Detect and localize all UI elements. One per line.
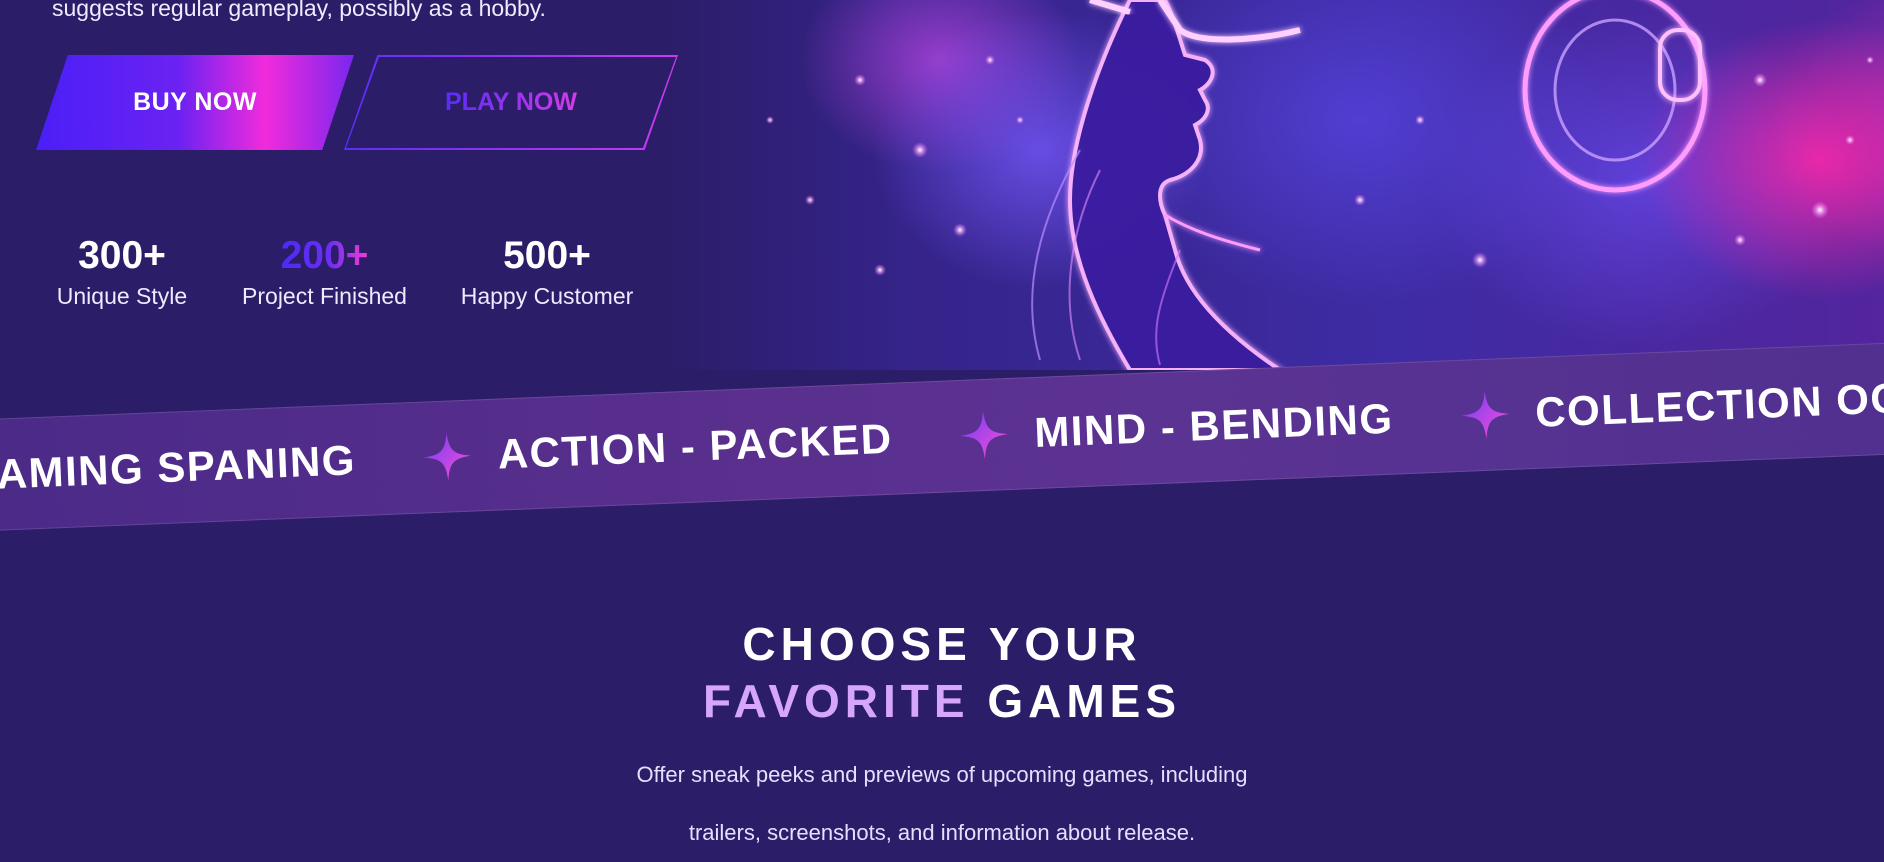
section-title-line2: GAMES: [987, 675, 1182, 727]
hero-artwork: [660, 0, 1884, 370]
play-now-label: PLAY NOW: [445, 88, 577, 116]
section-title: CHOOSE YOUR FAVORITE GAMES: [0, 616, 1884, 730]
stat-label: Project Finished: [242, 283, 407, 309]
marquee-item: MIND - BENDING: [1033, 394, 1395, 456]
stat-value: 200+: [280, 234, 369, 277]
buy-now-button[interactable]: BUY NOW: [36, 55, 354, 150]
play-now-button[interactable]: PLAY NOW: [346, 57, 676, 148]
sparkle-icon: [960, 411, 1009, 459]
stat-project-finished: 200+ Project Finished: [232, 232, 417, 310]
vr-gamer-art: [766, 0, 1874, 370]
section-title-accent: FAVORITE: [702, 675, 970, 727]
marquee-item: COLLECTION OG G: [1534, 372, 1884, 436]
sparkle-icon: [423, 432, 472, 481]
stat-label: Unique Style: [56, 283, 188, 309]
marquee-item: AMING SPANING: [0, 436, 357, 498]
marquee-item: ACTION - PACKED: [496, 414, 894, 478]
section-title-line1: CHOOSE YOUR: [742, 618, 1142, 670]
play-now-button-border: PLAY NOW: [344, 55, 678, 150]
stat-label: Happy Customer: [460, 283, 634, 309]
section-description: Offer sneak peeks and previews of upcomi…: [0, 746, 1884, 862]
sparkle-icon: [1461, 390, 1510, 439]
section-desc-line2: trailers, screenshots, and information a…: [688, 820, 1196, 845]
stat-value: 300+: [78, 234, 166, 277]
stat-unique-style: 300+ Unique Style: [52, 232, 192, 310]
stat-happy-customer: 500+ Happy Customer: [454, 232, 640, 310]
stat-value: 500+: [503, 234, 591, 277]
hero-description: suggests regular gameplay, possibly as a…: [52, 0, 546, 21]
section-desc-line1: Offer sneak peeks and previews of upcomi…: [636, 762, 1248, 787]
